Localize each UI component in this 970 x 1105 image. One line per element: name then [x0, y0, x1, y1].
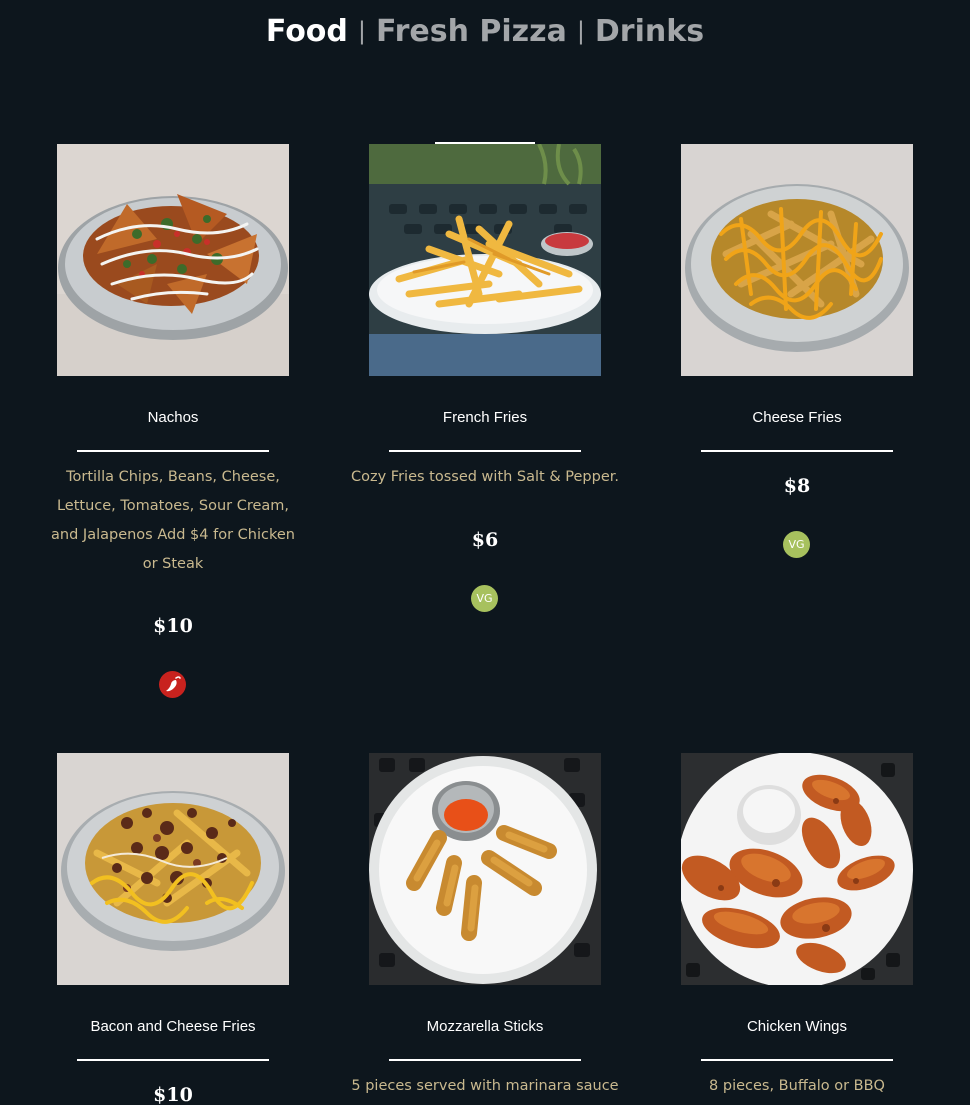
- item-divider: [389, 1059, 581, 1061]
- vegetarian-badge: VG: [471, 585, 498, 612]
- item-divider: [77, 1059, 269, 1061]
- item-description-mozzarella-sticks: 5 pieces served with marinara sauce: [351, 1078, 619, 1094]
- vegetarian-badge: VG: [783, 531, 810, 558]
- item-name-bacon-cheese-fries: Bacon and Cheese Fries: [90, 1018, 256, 1035]
- nav-separator: |: [576, 17, 585, 45]
- item-divider: [389, 450, 581, 452]
- item-name-cheese-fries: Cheese Fries: [752, 409, 842, 426]
- tab-drinks[interactable]: Drinks: [595, 14, 704, 49]
- menu-category-nav: Food | Fresh Pizza | Drinks: [0, 12, 970, 53]
- chicken-wings-photo: [681, 753, 913, 985]
- item-price-nachos: $10: [153, 615, 193, 637]
- item-name-french-fries: French Fries: [442, 409, 528, 426]
- nav-separator: |: [357, 17, 366, 45]
- item-divider: [701, 1059, 893, 1061]
- item-price-bacon-cheese-fries: $10: [153, 1084, 193, 1105]
- bacon-cheese-fries-photo: [57, 753, 289, 985]
- nachos-photo: [57, 144, 289, 376]
- mozzarella-sticks-photo: [369, 753, 601, 985]
- cheese-fries-photo: [681, 144, 913, 376]
- tab-food[interactable]: Food: [266, 14, 348, 49]
- item-divider: [77, 450, 269, 452]
- item-description-french-fries: Cozy Fries tossed with Salt & Pepper.: [351, 469, 619, 485]
- item-description-nachos: Tortilla Chips, Beans, Cheese, Lettuce, …: [51, 469, 295, 572]
- item-price-cheese-fries: $8: [783, 475, 811, 497]
- item-name-mozzarella-sticks: Mozzarella Sticks: [426, 1018, 544, 1035]
- item-divider: [701, 450, 893, 452]
- item-name-chicken-wings: Chicken Wings: [746, 1018, 848, 1035]
- chili-pepper-icon: [159, 671, 186, 698]
- tab-fresh-pizza[interactable]: Fresh Pizza: [376, 14, 567, 49]
- french-fries-photo: [369, 144, 601, 376]
- item-description-chicken-wings: 8 pieces, Buffalo or BBQ: [709, 1078, 885, 1094]
- item-price-french-fries: $6: [471, 529, 499, 551]
- item-name-nachos: Nachos: [147, 409, 199, 426]
